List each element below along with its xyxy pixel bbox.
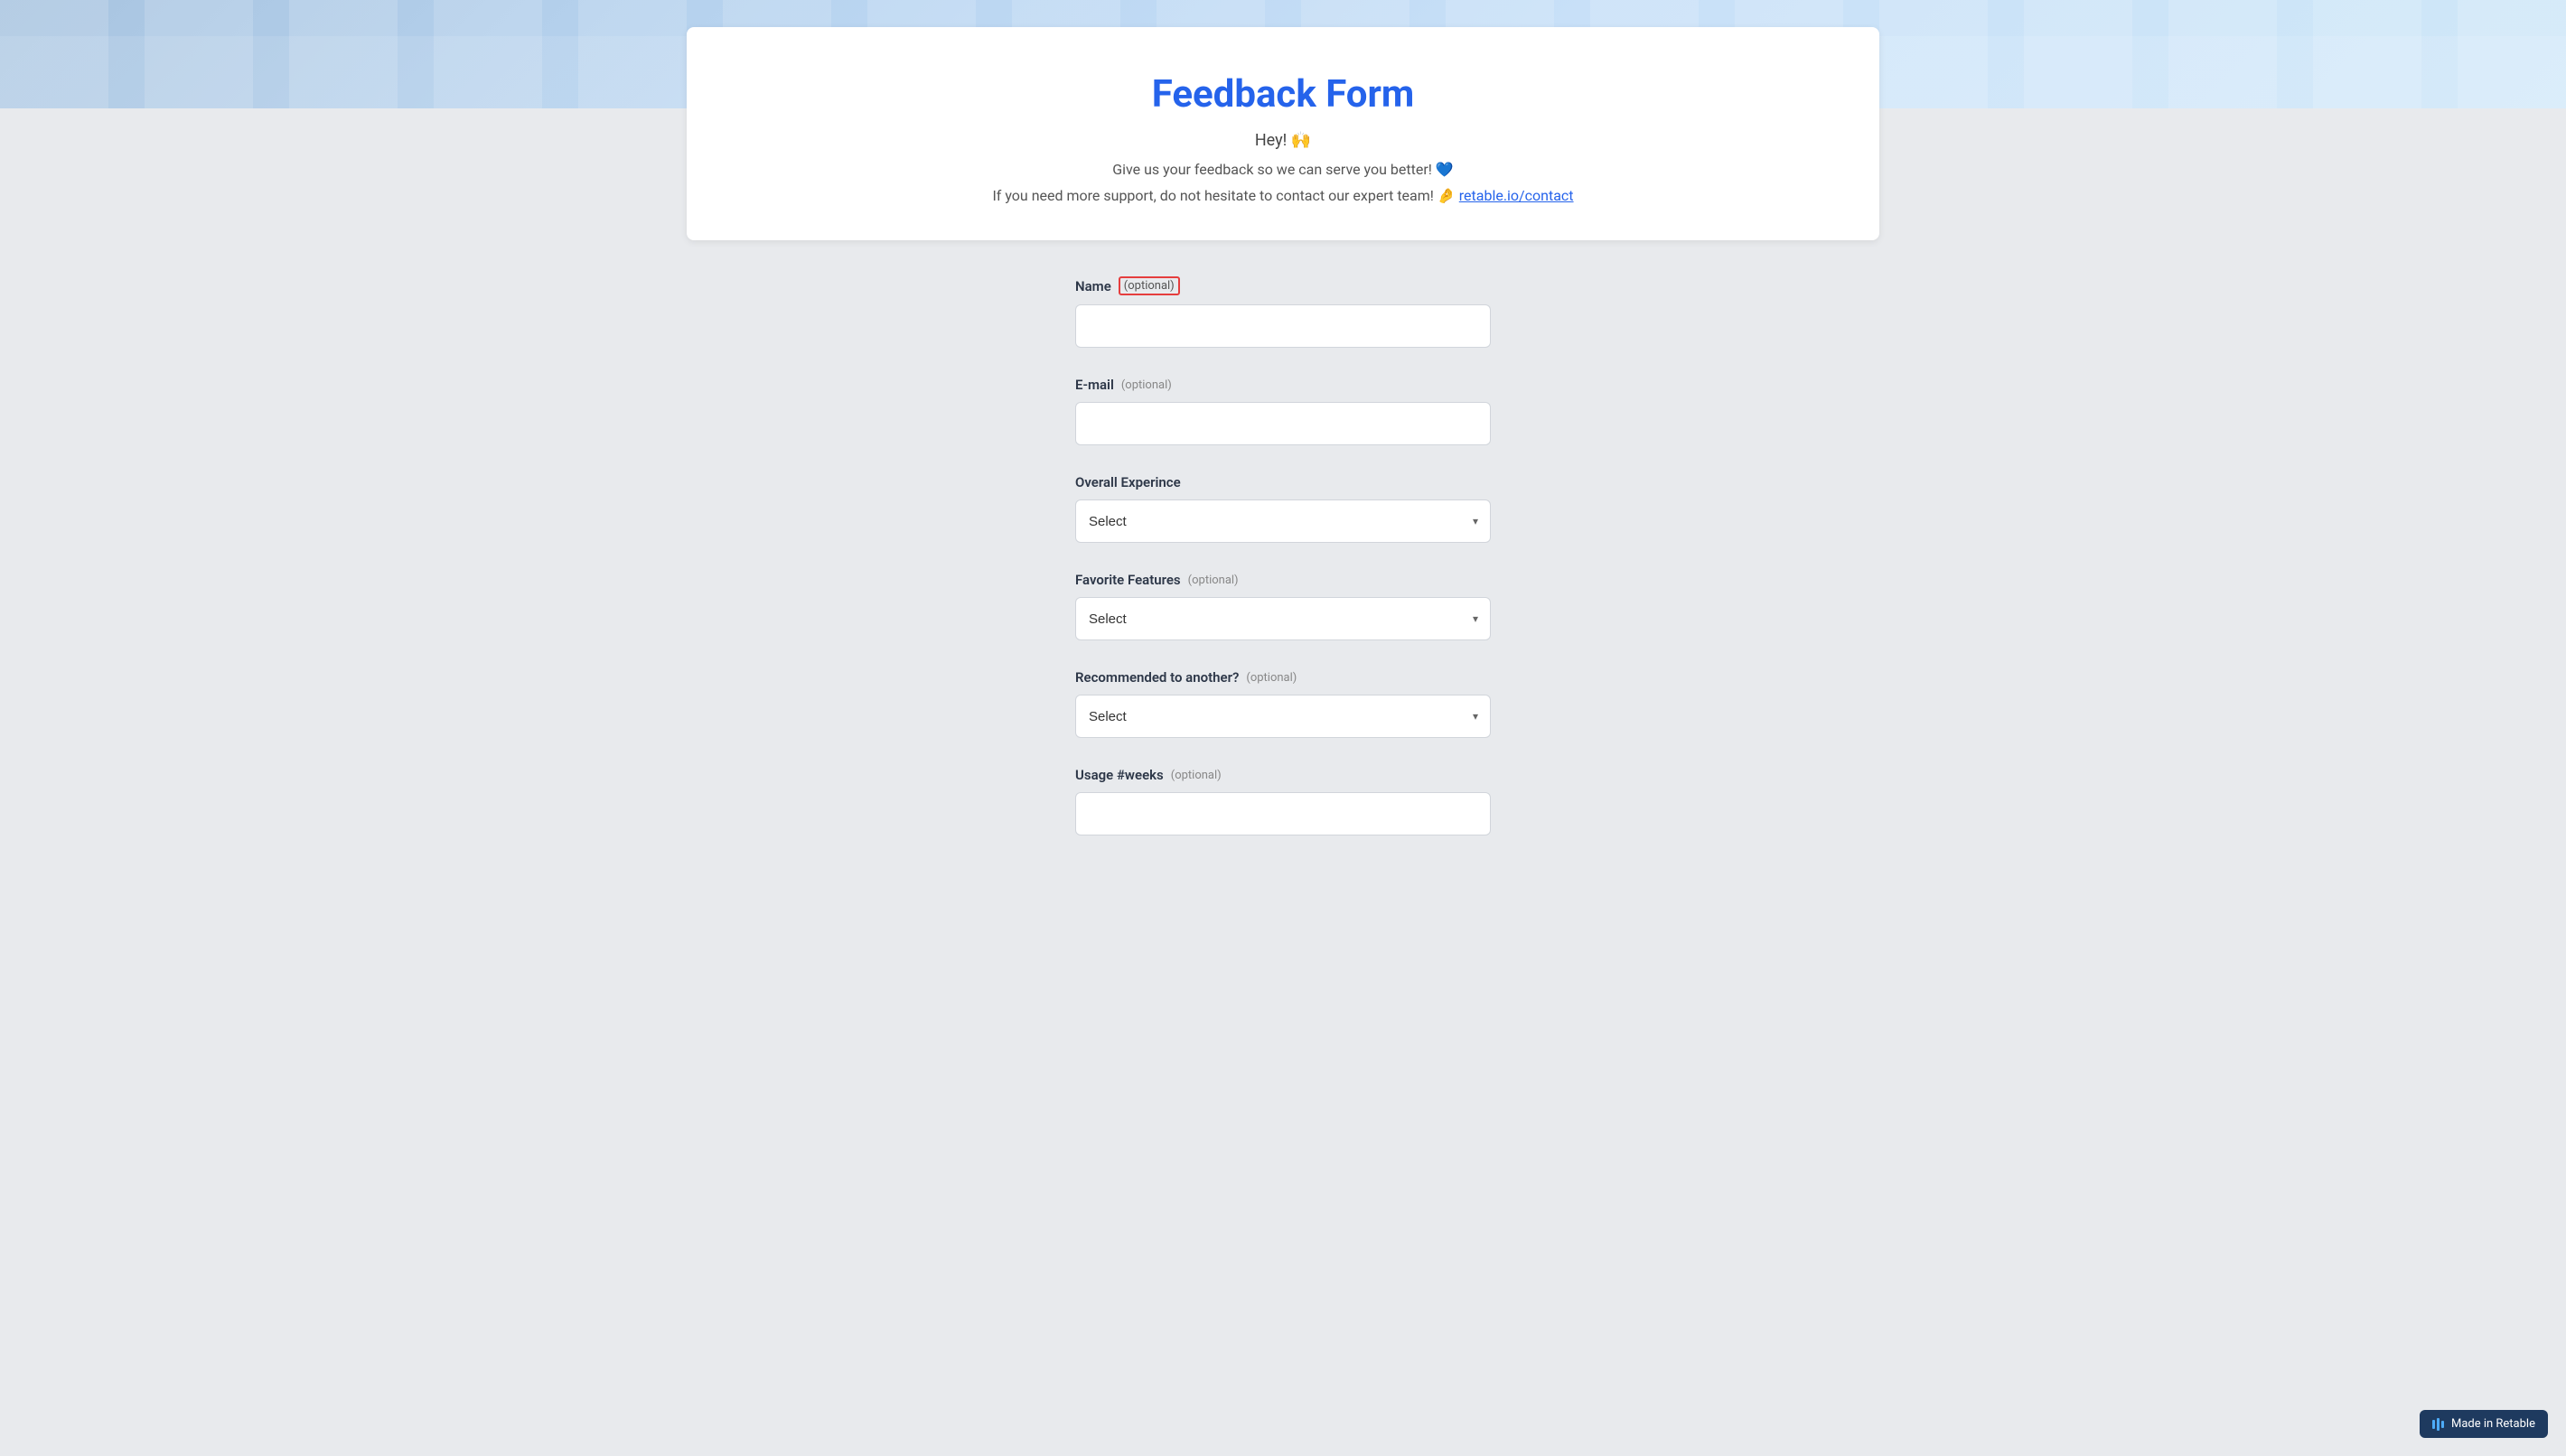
favorite-features-field-group: Favorite Features (optional) Select Feat… bbox=[1075, 572, 1491, 640]
form-title: Feedback Form bbox=[723, 72, 1843, 117]
name-field-group: Name (optional) bbox=[1075, 276, 1491, 348]
favorite-features-select[interactable]: Select Feature 1 Feature 2 Feature 3 bbox=[1075, 597, 1491, 640]
usage-weeks-label: Usage #weeks (optional) bbox=[1075, 767, 1491, 783]
overall-experience-field-group: Overall Experince Select Excellent Good … bbox=[1075, 474, 1491, 543]
email-field-group: E-mail (optional) bbox=[1075, 377, 1491, 445]
recommended-field-group: Recommended to another? (optional) Selec… bbox=[1075, 669, 1491, 738]
form-subtitle: Hey! 🙌 bbox=[723, 131, 1843, 150]
favorite-features-select-wrapper: Select Feature 1 Feature 2 Feature 3 ▾ bbox=[1075, 597, 1491, 640]
email-label: E-mail (optional) bbox=[1075, 377, 1491, 393]
favorite-features-optional-badge: (optional) bbox=[1188, 574, 1239, 587]
recommended-select[interactable]: Select Yes No Maybe bbox=[1075, 695, 1491, 738]
made-in-retable-badge: Made in Retable bbox=[2420, 1410, 2548, 1438]
overall-experience-select-wrapper: Select Excellent Good Average Poor ▾ bbox=[1075, 499, 1491, 543]
page-container: Feedback Form Hey! 🙌 Give us your feedba… bbox=[632, 0, 1934, 919]
form-description-support: If you need more support, do not hesitat… bbox=[723, 187, 1843, 204]
name-input[interactable] bbox=[1075, 304, 1491, 348]
usage-weeks-input[interactable] bbox=[1075, 792, 1491, 835]
favorite-features-label: Favorite Features (optional) bbox=[1075, 572, 1491, 588]
recommended-label: Recommended to another? (optional) bbox=[1075, 669, 1491, 686]
usage-weeks-field-group: Usage #weeks (optional) bbox=[1075, 767, 1491, 835]
name-label: Name (optional) bbox=[1075, 276, 1491, 295]
support-link[interactable]: retable.io/contact bbox=[1459, 187, 1574, 204]
overall-experience-label: Overall Experince bbox=[1075, 474, 1491, 490]
email-input[interactable] bbox=[1075, 402, 1491, 445]
feedback-form: Name (optional) E-mail (optional) Overal… bbox=[1057, 276, 1509, 835]
retable-icon bbox=[2432, 1418, 2444, 1431]
made-in-retable-text: Made in Retable bbox=[2451, 1417, 2535, 1431]
recommended-select-wrapper: Select Yes No Maybe ▾ bbox=[1075, 695, 1491, 738]
form-description-feedback: Give us your feedback so we can serve yo… bbox=[723, 161, 1843, 178]
overall-experience-select[interactable]: Select Excellent Good Average Poor bbox=[1075, 499, 1491, 543]
recommended-optional-badge: (optional) bbox=[1246, 671, 1297, 685]
usage-weeks-optional-badge: (optional) bbox=[1171, 769, 1222, 782]
header-card: Feedback Form Hey! 🙌 Give us your feedba… bbox=[687, 27, 1879, 240]
email-optional-badge: (optional) bbox=[1121, 378, 1172, 392]
name-optional-badge: (optional) bbox=[1119, 276, 1180, 295]
